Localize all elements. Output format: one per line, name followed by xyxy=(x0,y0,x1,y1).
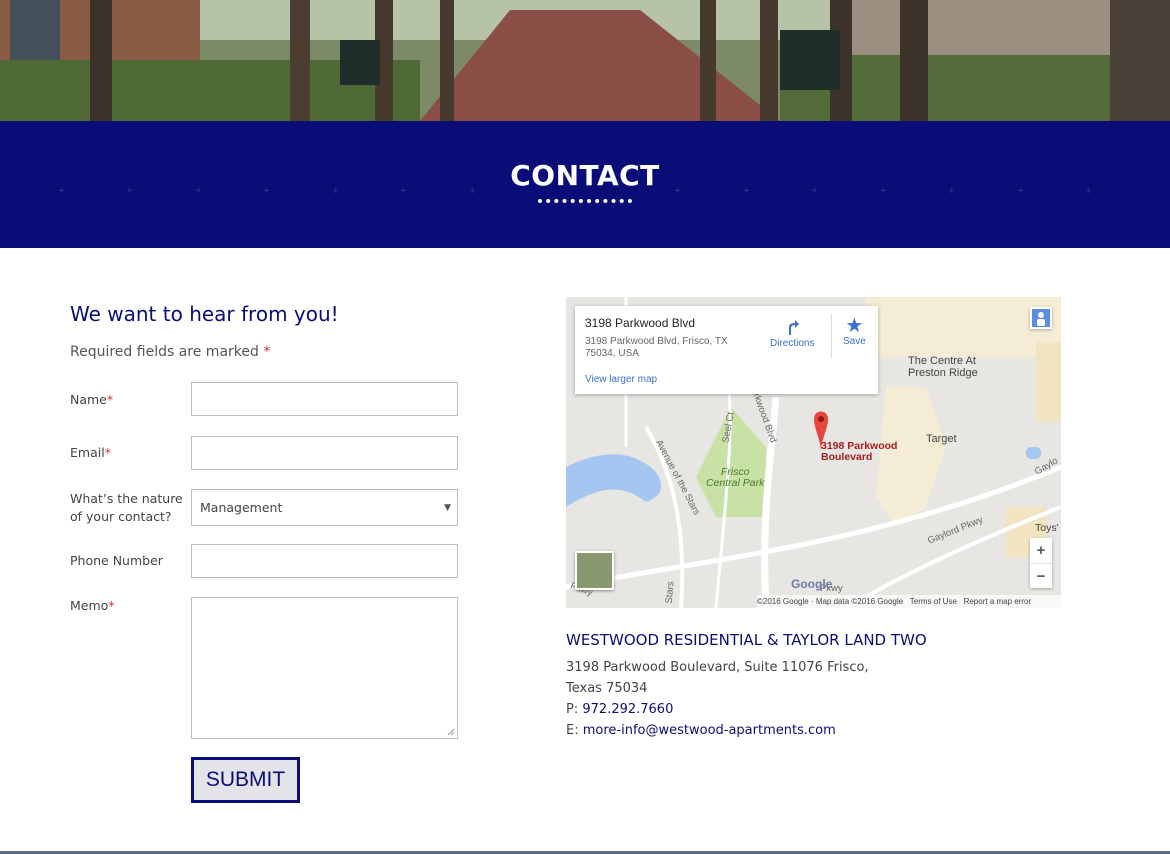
view-larger-map-link[interactable]: View larger map xyxy=(585,374,657,385)
nature-label: What’s the nature of your contact? xyxy=(70,491,183,524)
title-underline xyxy=(538,199,632,207)
required-note: Required fields are marked * xyxy=(70,344,271,360)
email-input[interactable] xyxy=(191,436,458,470)
park-label: Frisco Central Park xyxy=(706,466,765,489)
resize-grip-icon[interactable] xyxy=(447,728,455,736)
email-label: Email* xyxy=(70,445,111,460)
phone-label: Phone Number xyxy=(70,553,163,568)
star-icon: ★ xyxy=(845,315,864,337)
directions-button[interactable]: Directions xyxy=(770,320,814,349)
nature-select[interactable]: Management ▼ xyxy=(191,489,458,526)
hero-image xyxy=(0,0,1170,121)
map-attribution-bar: ©2016 Google · Map data ©2016 Google Ter… xyxy=(757,595,1061,608)
address-line-1: 3198 Parkwood Boulevard, Suite 11076 Fri… xyxy=(566,660,869,675)
page-banner: CONTACT xyxy=(0,121,1170,248)
name-input[interactable] xyxy=(191,382,458,416)
dropdown-arrow-icon: ▼ xyxy=(444,503,451,513)
submit-button[interactable]: SUBMIT xyxy=(191,757,300,803)
form-heading: We want to hear from you! xyxy=(70,302,339,326)
phone-line: P: 972.292.7660 xyxy=(566,702,674,717)
place-title: 3198 Parkwood Blvd xyxy=(585,316,696,330)
zoom-out-button[interactable]: − xyxy=(1030,563,1052,589)
report-error-link[interactable]: Report a map error xyxy=(964,597,1032,606)
card-divider xyxy=(831,314,832,358)
place-card: 3198 Parkwood Blvd 3198 Parkwood Blvd, F… xyxy=(575,306,878,394)
street-stars: Stars xyxy=(663,580,677,605)
memo-label: Memo* xyxy=(70,598,115,613)
marker-label: 3198 Parkwood Boulevard xyxy=(821,440,898,463)
directions-icon xyxy=(789,320,800,335)
satellite-toggle[interactable] xyxy=(575,551,614,590)
address-line-2: Texas 75034 xyxy=(566,681,648,696)
park-walkway-photo xyxy=(0,0,1170,121)
place-address: 3198 Parkwood Blvd, Frisco, TX 75034, USA xyxy=(585,336,728,359)
zoom-controls: + − xyxy=(1030,538,1052,588)
terms-link[interactable]: Terms of Use xyxy=(910,597,957,606)
memo-textarea[interactable] xyxy=(191,597,458,739)
email-link[interactable]: more-info@westwood-apartments.com xyxy=(583,723,836,738)
name-label: Name* xyxy=(70,392,114,407)
street-view-pegman-icon[interactable] xyxy=(1030,307,1052,329)
poi-centre[interactable]: The Centre At Preston Ridge xyxy=(908,355,978,379)
company-name: WESTWOOD RESIDENTIAL & TAYLOR LAND TWO xyxy=(566,631,927,649)
email-line: E: more-info@westwood-apartments.com xyxy=(566,723,836,738)
google-logo: Google xyxy=(791,577,833,591)
phone-link[interactable]: 972.292.7660 xyxy=(582,702,673,717)
poi-toys[interactable]: Toys' xyxy=(1035,522,1059,534)
zoom-in-button[interactable]: + xyxy=(1030,538,1052,563)
nature-select-value: Management xyxy=(200,500,283,515)
poi-target[interactable]: Target xyxy=(926,433,957,445)
page-title: CONTACT xyxy=(510,159,660,192)
phone-input[interactable] xyxy=(191,544,458,578)
map-attribution: ©2016 Google · Map data ©2016 Google xyxy=(757,597,904,606)
save-button[interactable]: ★ Save xyxy=(843,316,866,347)
